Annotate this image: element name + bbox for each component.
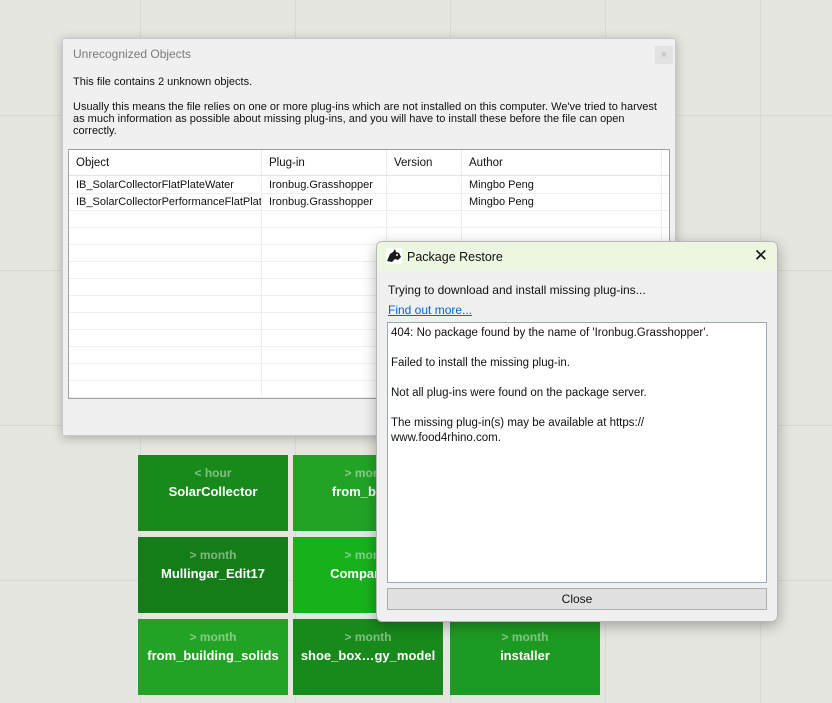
cell-version <box>387 194 462 210</box>
status-message: Trying to download and install missing p… <box>388 283 646 297</box>
table-header: Object Plug-in Version Author <box>69 150 669 176</box>
cell-plugin: Ironbug.Grasshopper <box>262 177 387 193</box>
table-row[interactable]: IB_SolarCollectorFlatPlateWater Ironbug.… <box>69 177 669 194</box>
details-text: Usually this means the file relies on on… <box>73 101 657 137</box>
column-header-plugin[interactable]: Plug-in <box>262 150 387 175</box>
tile-shoe-box[interactable]: > month shoe_box…gy_model <box>293 619 443 695</box>
package-restore-dialog: Package Restore ✕ Trying to download and… <box>376 241 778 622</box>
log-line: The missing plug-in(s) may be available … <box>391 417 645 444</box>
cell-plugin: Ironbug.Grasshopper <box>262 194 387 210</box>
tile-installer[interactable]: > month installer <box>450 619 600 695</box>
cell-version <box>387 177 462 193</box>
find-out-more-link[interactable]: Find out more... <box>388 303 472 317</box>
summary-text: This file contains 2 unknown objects. <box>73 76 253 88</box>
tile-mullingar[interactable]: > month Mullingar_Edit17 <box>138 537 288 613</box>
cell-author: Mingbo Peng <box>462 194 662 210</box>
tile-name: shoe_box…gy_model <box>300 648 436 663</box>
cell-author: Mingbo Peng <box>462 177 662 193</box>
log-line: Failed to install the missing plug-in. <box>391 357 570 369</box>
tile-name: SolarCollector <box>168 484 258 499</box>
tile-tag: > month <box>189 548 237 562</box>
tile-name: installer <box>500 648 550 663</box>
tile-solarcollector[interactable]: < hour SolarCollector <box>138 455 288 531</box>
tile-tag: > month <box>501 630 549 644</box>
log-line: Not all plug-ins were found on the packa… <box>391 387 647 399</box>
empty-row <box>69 211 669 228</box>
rhino-icon <box>386 248 402 264</box>
title-bar[interactable]: Package Restore ✕ <box>377 242 777 271</box>
tile-name: Mullingar_Edit17 <box>160 566 266 581</box>
cell-object: IB_SolarCollectorFlatPlateWater <box>69 177 262 193</box>
dialog-title: Unrecognized Objects <box>73 47 192 61</box>
close-button[interactable]: Close <box>387 588 767 610</box>
log-line: 404: No package found by the name of 'Ir… <box>391 327 709 339</box>
column-header-version[interactable]: Version <box>387 150 462 175</box>
table-row[interactable]: IB_SolarCollectorPerformanceFlatPlate Ir… <box>69 194 669 211</box>
column-header-object[interactable]: Object <box>69 150 262 175</box>
tile-name: from_building_solids <box>147 648 279 663</box>
log-output[interactable]: 404: No package found by the name of 'Ir… <box>387 322 767 583</box>
column-header-author[interactable]: Author <box>462 150 662 175</box>
cell-object: IB_SolarCollectorPerformanceFlatPlate <box>69 194 262 210</box>
close-icon[interactable]: ✕ <box>754 246 768 266</box>
tile-from-building-solids[interactable]: > month from_building_solids <box>138 619 288 695</box>
tile-tag: > month <box>189 630 237 644</box>
dialog-title: Package Restore <box>407 250 503 264</box>
tile-tag: < hour <box>194 466 232 480</box>
close-icon[interactable]: × <box>655 46 673 64</box>
tile-tag: > month <box>344 630 392 644</box>
